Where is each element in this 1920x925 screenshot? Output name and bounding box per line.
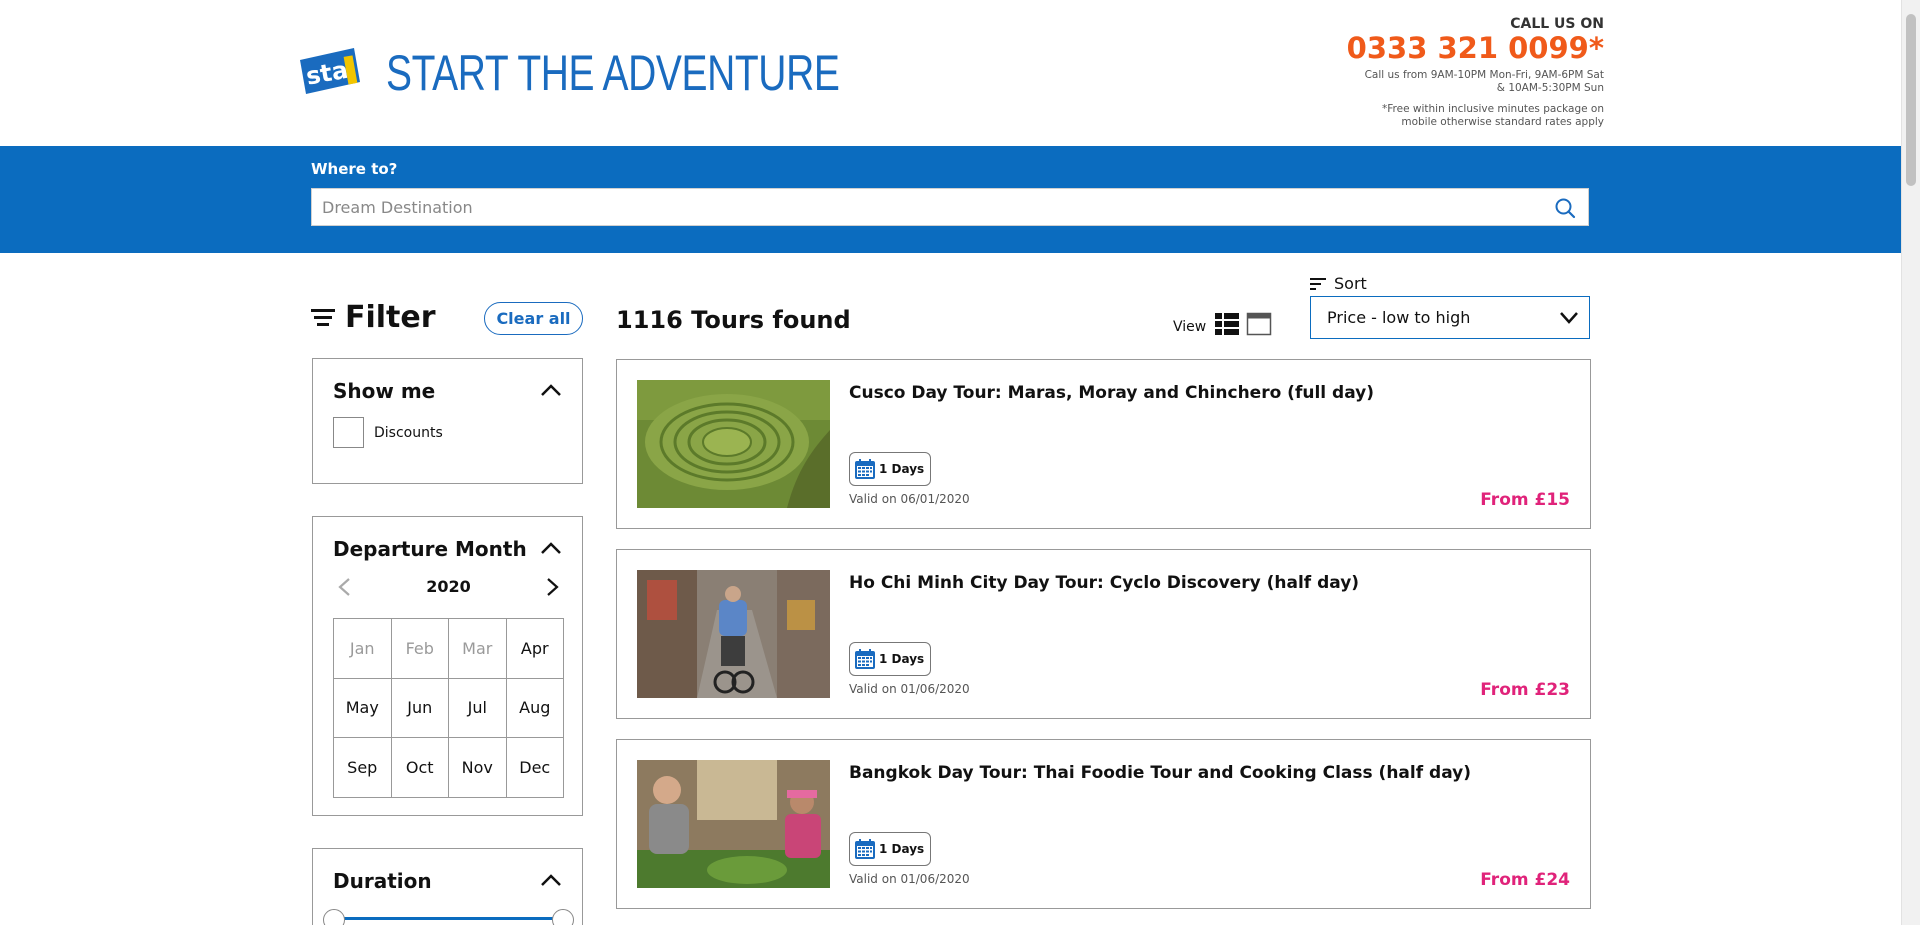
valid-date: Valid on 01/06/2020 [849,872,970,886]
grid-view-icon[interactable] [1246,312,1272,336]
month-cell-dec[interactable]: Dec [506,738,564,798]
scrollbar-thumb[interactable] [1906,14,1916,186]
search-icon[interactable] [1554,197,1576,219]
month-cell-sep[interactable]: Sep [334,738,392,798]
departure-month-panel: Departure Month 2020 Jan Feb Mar Apr May… [312,516,583,816]
month-cell-oct[interactable]: Oct [391,738,449,798]
tour-price: From £15 [1480,490,1570,510]
sort-select[interactable]: Price - low to high [1310,296,1590,339]
show-me-title: Show me [333,379,436,403]
sort-icon [1310,277,1326,290]
tour-card[interactable]: Cusco Day Tour: Maras, Moray and Chinche… [616,359,1591,529]
view-label: View [1173,319,1207,335]
filter-title: Filter [345,300,436,335]
filter-icon [311,308,335,326]
call-us-label: CALL US ON [1510,16,1604,32]
calendar-icon [855,459,875,479]
year-label: 2020 [426,577,471,596]
month-cell-apr[interactable]: Apr [506,619,564,679]
departure-month-title: Departure Month [333,537,527,561]
duration-panel: Duration [312,848,583,925]
sort-heading: Sort [1310,274,1367,293]
tour-price: From £24 [1480,870,1570,890]
phone-number[interactable]: 0333 321 0099* [1244,32,1604,64]
sta-travel-logo[interactable]: sta [298,48,362,94]
destination-search-input[interactable] [320,197,1524,218]
hours-line-1: Call us from 9AM-10PM Mon-Fri, 9AM-6PM S… [1364,69,1604,81]
month-cell-feb: Feb [391,619,449,679]
site-header: sta START THE ADVENTURE CALL US ON 0333 … [0,0,1902,146]
tour-price: From £23 [1480,680,1570,700]
show-me-panel: Show me Discounts [312,358,583,484]
duration-slider-min-handle[interactable] [323,909,345,925]
duration-badge: 1 Days [849,642,932,676]
duration-text: 1 Days [879,652,925,666]
hours-line-2: & 10AM-5:30PM Sun [1496,82,1604,94]
duration-text: 1 Days [879,842,925,856]
month-cell-nov[interactable]: Nov [449,738,507,798]
month-cell-may[interactable]: May [334,678,392,739]
tour-title[interactable]: Bangkok Day Tour: Thai Foodie Tour and C… [849,763,1471,783]
tagline: START THE ADVENTURE [386,45,840,101]
where-to-label: Where to? [311,160,398,178]
chevron-right-icon[interactable] [546,577,560,597]
rates-note-line-1: *Free within inclusive minutes package o… [1382,103,1604,115]
discounts-label: Discounts [374,425,443,441]
rates-note: *Free within inclusive minutes package o… [1244,103,1604,129]
tour-card[interactable]: Bangkok Day Tour: Thai Foodie Tour and C… [616,739,1591,909]
tour-image-market[interactable] [637,760,830,888]
calendar-icon [855,839,875,859]
chevron-up-icon[interactable] [540,873,562,887]
tours-found-count: 1116 Tours found [616,306,851,334]
destination-search-box[interactable] [311,188,1589,226]
month-cell-jan: Jan [334,619,392,679]
chevron-down-icon [1560,312,1578,324]
tour-image-terraces[interactable] [637,380,830,508]
month-grid: Jan Feb Mar Apr May Jun Jul Aug Sep Oct … [333,618,564,798]
month-cell-mar: Mar [449,619,507,679]
search-band: Where to? [0,146,1902,253]
year-navigator: 2020 [333,573,564,601]
duration-slider-track[interactable] [333,917,564,920]
valid-date: Valid on 01/06/2020 [849,682,970,696]
list-view-icon[interactable] [1214,312,1240,336]
duration-badge: 1 Days [849,832,932,866]
chevron-up-icon[interactable] [540,541,562,555]
clear-all-button[interactable]: Clear all [484,302,583,335]
month-cell-aug[interactable]: Aug [506,678,564,739]
month-cell-jun[interactable]: Jun [391,678,449,739]
month-cell-jul[interactable]: Jul [449,678,507,739]
tour-image-cyclo[interactable] [637,570,830,698]
tour-title[interactable]: Cusco Day Tour: Maras, Moray and Chinche… [849,383,1374,403]
chevron-up-icon[interactable] [540,383,562,397]
rates-note-line-2: mobile otherwise standard rates apply [1401,116,1604,128]
duration-slider-max-handle[interactable] [552,909,574,925]
page: sta START THE ADVENTURE CALL US ON 0333 … [0,0,1902,925]
sort-label: Sort [1334,274,1367,293]
duration-text: 1 Days [879,462,925,476]
duration-title: Duration [333,869,432,893]
duration-badge: 1 Days [849,452,932,486]
filter-heading: Filter [311,300,436,335]
valid-date: Valid on 06/01/2020 [849,492,970,506]
sort-selected-value: Price - low to high [1327,308,1471,327]
page-scrollbar[interactable] [1901,0,1920,925]
hours-text: Call us from 9AM-10PM Mon-Fri, 9AM-6PM S… [1244,69,1604,95]
view-switcher: View [1173,312,1278,336]
tour-card[interactable]: Ho Chi Minh City Day Tour: Cyclo Discove… [616,549,1591,719]
call-us-box: CALL US ON 0333 321 0099* Call us from 9… [1244,16,1604,129]
discounts-checkbox[interactable] [333,417,364,448]
calendar-icon [855,649,875,669]
tour-title[interactable]: Ho Chi Minh City Day Tour: Cyclo Discove… [849,573,1359,593]
